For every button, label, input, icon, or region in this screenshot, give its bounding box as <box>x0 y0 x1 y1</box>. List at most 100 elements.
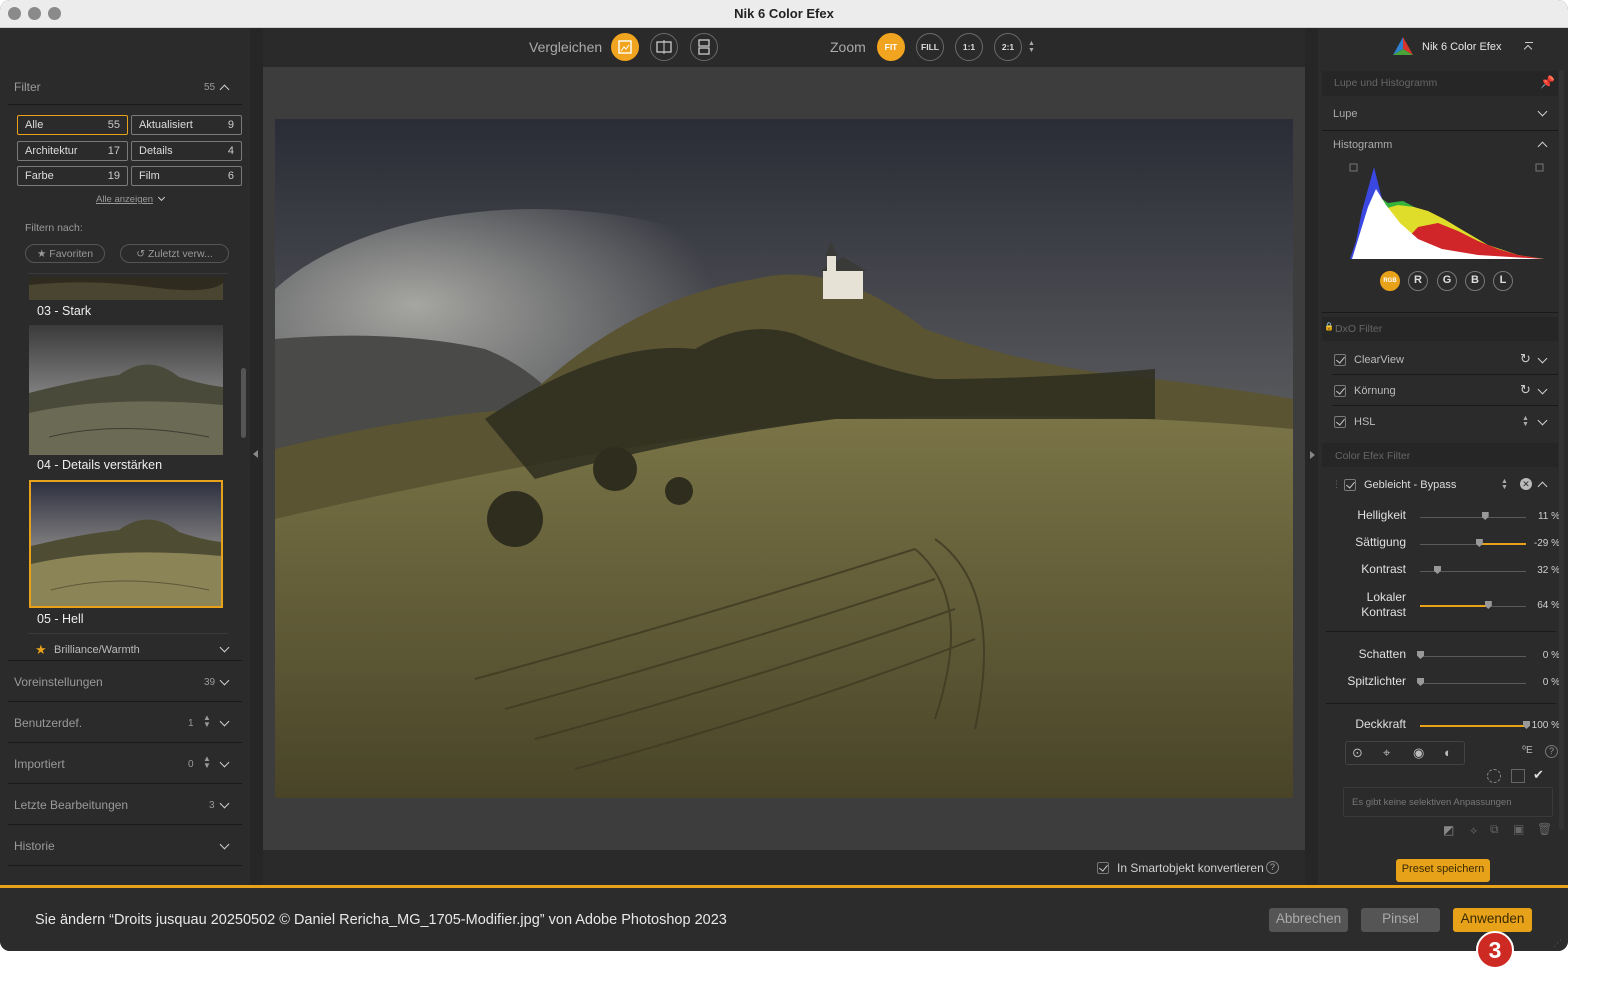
chevron-down-icon[interactable] <box>1537 384 1548 395</box>
eye-icon[interactable]: ◉ <box>1413 745 1424 761</box>
category-architektur[interactable]: Architektur 17 <box>17 141 128 161</box>
channel-rgb-button[interactable]: RGB <box>1380 271 1400 291</box>
active-filter-name[interactable]: Gebleicht - Bypass <box>1364 479 1456 491</box>
section-voreinstellungen[interactable]: Voreinstellungen <box>14 675 103 689</box>
confirm-icon[interactable]: ✔ <box>1533 767 1544 783</box>
filter-hsl[interactable]: HSL <box>1354 416 1375 428</box>
chevron-down-icon[interactable] <box>157 193 166 202</box>
mask-dotted-icon[interactable] <box>1487 769 1501 783</box>
right-scrollbar[interactable] <box>1559 70 1564 830</box>
reorder-icon[interactable]: ▲ ▼ <box>1522 415 1529 428</box>
filter-clearview[interactable]: ClearView <box>1354 354 1404 366</box>
section-historie[interactable]: Historie <box>14 839 55 853</box>
gradient-icon[interactable]: ◐ <box>1444 745 1452 760</box>
histogram-header[interactable]: Histogramm <box>1333 139 1392 151</box>
section-importiert[interactable]: Importiert <box>14 757 65 771</box>
dxo-section-header[interactable]: 🔒 DxO Filter <box>1322 317 1558 341</box>
preset-caption-04[interactable]: 04 - Details verstärken <box>37 458 162 472</box>
image-mask-icon[interactable]: ◩ <box>1443 823 1454 837</box>
category-details[interactable]: Details 4 <box>131 141 242 161</box>
chevron-up-icon[interactable] <box>1537 481 1548 492</box>
hsl-checkbox[interactable] <box>1334 416 1346 428</box>
reset-icon[interactable]: ↻ <box>1520 382 1531 398</box>
zoom-2-1-button[interactable]: 2:1 <box>994 33 1022 61</box>
recent-pill[interactable]: ↺ Zuletzt verw... <box>120 244 229 263</box>
brush-button[interactable]: Pinsel <box>1361 908 1440 932</box>
preset-thumb-03[interactable] <box>29 277 223 300</box>
reorder-icon[interactable]: ▲ ▼ <box>1501 478 1508 491</box>
sort-icon[interactable]: ▲ ▼ <box>203 755 211 770</box>
trash-icon[interactable]: 🗑 <box>1537 822 1552 836</box>
lasso-icon[interactable]: ⌖ <box>1383 745 1390 761</box>
help-icon[interactable]: ? <box>1545 745 1558 758</box>
category-aktualisiert[interactable]: Aktualisiert 9 <box>131 115 242 135</box>
group-label[interactable]: Brilliance/Warmth <box>54 644 140 656</box>
chevron-down-icon[interactable] <box>219 757 230 768</box>
channel-l-button[interactable]: L <box>1493 271 1513 291</box>
filter-header[interactable]: Filter <box>14 80 41 94</box>
add-point-icon[interactable]: ⟡ <box>1470 825 1477 838</box>
chevron-down-icon[interactable] <box>1537 415 1548 426</box>
chevron-down-icon[interactable] <box>1537 106 1548 117</box>
group-icon[interactable]: ▣ <box>1513 822 1524 836</box>
chevron-down-icon[interactable] <box>1537 353 1548 364</box>
koernung-checkbox[interactable] <box>1334 385 1346 397</box>
chevron-down-icon[interactable] <box>219 675 230 686</box>
compare-side-button[interactable] <box>690 33 718 61</box>
active-filter-checkbox[interactable] <box>1344 479 1356 491</box>
filter-koernung[interactable]: Körnung <box>1354 385 1396 397</box>
zoom-stepper-icon[interactable]: ▲ ▼ <box>1028 40 1035 54</box>
chevron-down-icon[interactable] <box>219 642 230 653</box>
channel-b-button[interactable]: B <box>1465 271 1485 291</box>
category-film[interactable]: Film 6 <box>131 166 242 186</box>
slider-track[interactable] <box>1417 651 1526 659</box>
zoom-fill-button[interactable]: FILL <box>916 33 944 61</box>
chevron-up-icon[interactable] <box>1537 141 1548 152</box>
cancel-button[interactable]: Abbrechen <box>1269 908 1348 932</box>
compare-split-button[interactable] <box>650 33 678 61</box>
zoom-1-1-button[interactable]: 1:1 <box>955 33 983 61</box>
collapse-left-icon[interactable] <box>253 450 258 458</box>
cef-section-header[interactable]: Color Efex Filter <box>1322 443 1558 467</box>
section-benutzerdef[interactable]: Benutzerdef. <box>14 716 82 730</box>
right-collapse-strip[interactable] <box>1305 28 1318 885</box>
drag-handle-icon[interactable]: ⋮ <box>1332 479 1341 490</box>
loupe-header[interactable]: Lupe <box>1333 108 1357 120</box>
smart-object-checkbox[interactable] <box>1097 862 1109 874</box>
slider-track[interactable] <box>1420 566 1526 574</box>
clearview-checkbox[interactable] <box>1334 354 1346 366</box>
section-letzte-bearbeitungen[interactable]: Letzte Bearbeitungen <box>14 798 128 812</box>
scrollbar[interactable] <box>241 368 246 438</box>
show-all-link[interactable]: Alle anzeigen <box>96 194 153 205</box>
favorites-pill[interactable]: ★ Favoriten <box>25 244 105 263</box>
help-icon[interactable]: ? <box>1266 861 1279 874</box>
preset-thumb-05[interactable] <box>29 480 223 608</box>
resize-grip-icon[interactable]: ⋰ <box>1553 938 1562 949</box>
loupe-section-header[interactable]: Lupe und Histogramm 📌 <box>1322 71 1558 96</box>
slider-track[interactable] <box>1420 512 1526 520</box>
pin-icon[interactable]: 📌 <box>1540 75 1555 89</box>
preset-thumb-04[interactable] <box>29 325 223 455</box>
compare-single-button[interactable] <box>611 33 639 61</box>
apply-button[interactable]: Anwenden <box>1453 908 1532 932</box>
chevron-up-icon[interactable] <box>219 84 230 95</box>
channel-g-button[interactable]: G <box>1437 271 1457 291</box>
slider-track[interactable] <box>1420 539 1526 547</box>
reset-icon[interactable]: ↻ <box>1520 351 1531 367</box>
slider-track[interactable] <box>1420 601 1526 609</box>
collapse-icon[interactable] <box>1523 44 1533 54</box>
control-point-icon[interactable]: ⊙ <box>1352 745 1363 761</box>
chevron-down-icon[interactable] <box>219 839 230 850</box>
slider-track[interactable] <box>1420 721 1530 729</box>
left-collapse-strip[interactable] <box>250 28 263 885</box>
mask-square-icon[interactable] <box>1511 769 1525 783</box>
channel-r-button[interactable]: R <box>1408 271 1428 291</box>
save-preset-button[interactable]: Preset speichern <box>1396 859 1490 882</box>
remove-filter-icon[interactable]: ✕ <box>1520 478 1532 490</box>
preset-caption-05[interactable]: 05 - Hell <box>37 612 84 626</box>
chevron-down-icon[interactable] <box>219 716 230 727</box>
collapse-right-icon[interactable] <box>1310 451 1315 459</box>
duplicate-icon[interactable]: ⧉ <box>1490 822 1499 837</box>
smart-object-label[interactable]: In Smartobjekt konvertieren <box>1117 861 1264 875</box>
category-alle[interactable]: Alle 55 <box>17 115 128 135</box>
